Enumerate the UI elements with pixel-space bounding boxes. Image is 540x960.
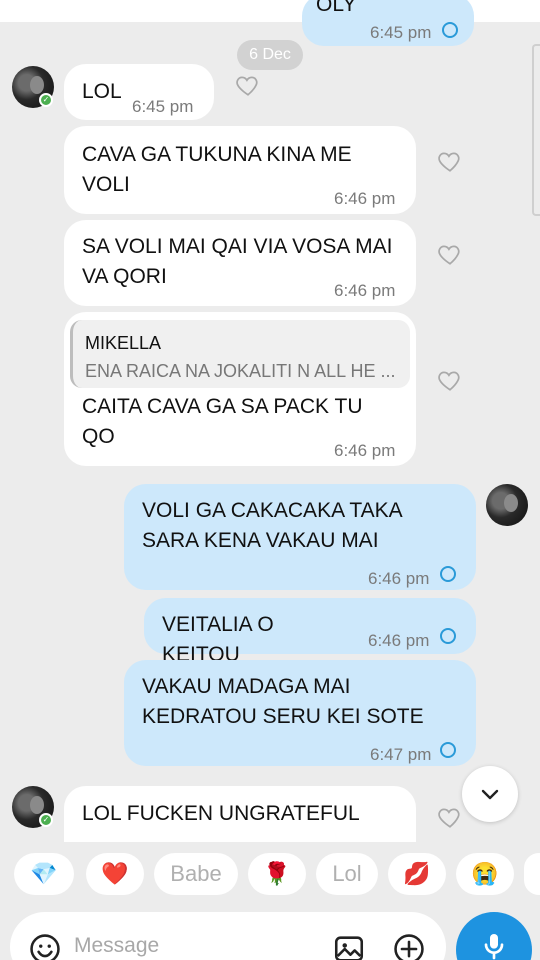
quick-reply-lol[interactable]: Lol <box>316 853 378 895</box>
message-bubble-incoming[interactable]: SA VOLI MAI QAI VIA VOSA MAI VA QORI 6:4… <box>64 220 416 306</box>
message-bubble-incoming-reply[interactable]: MIKELLA ENA RAICA NA JOKALITI N ALL HE .… <box>64 312 416 466</box>
heart-react-icon[interactable] <box>437 241 463 267</box>
quick-reply-kiss[interactable]: 💋 <box>388 853 446 895</box>
crying-face-emoji-icon: 😭 <box>471 861 499 886</box>
reply-snippet: ENA RAICA NA JOKALITI N ALL HE ... <box>85 361 396 381</box>
message-time: 6:46 pm <box>334 189 396 208</box>
reply-quote[interactable]: MIKELLA ENA RAICA NA JOKALITI N ALL HE .… <box>70 320 410 388</box>
emoji-picker-icon[interactable] <box>28 932 62 960</box>
message-text: OLY <box>316 0 357 16</box>
message-time: 6:46 pm <box>368 631 430 650</box>
date-separator: 6 Dec <box>237 40 303 70</box>
message-text: VAKAU MADAGA MAI KEDRATOU SERU KEI SOTE <box>142 675 424 728</box>
message-bubble-outgoing[interactable]: VOLI GA CAKACAKA TAKA SARA KENA VAKAU MA… <box>124 484 476 590</box>
rose-emoji-icon: 🌹 <box>263 861 291 886</box>
quick-reply-label: Lol <box>332 861 362 886</box>
message-time: 6:47 pm <box>334 834 395 842</box>
read-receipt-icon <box>440 566 456 582</box>
heart-react-icon[interactable] <box>437 148 463 174</box>
message-bubble-incoming[interactable]: LOL 6:45 pm <box>64 64 214 120</box>
microphone-icon <box>484 934 504 960</box>
message-time: 6:47 pm <box>370 745 432 764</box>
quick-reply-bar: 💎 ❤️ Babe 🌹 Lol 💋 😭 <box>0 844 540 904</box>
message-bubble-outgoing[interactable]: OLY 6:45 pm <box>302 0 474 46</box>
quick-reply-heart[interactable]: ❤️ <box>86 853 144 895</box>
kiss-mark-emoji-icon: 💋 <box>403 861 431 886</box>
quick-reply-babe[interactable]: Babe <box>154 853 238 895</box>
message-bubble-incoming[interactable]: LOL FUCKEN UNGRATEFUL 6:47 pm <box>64 786 416 842</box>
read-receipt-icon <box>440 628 456 644</box>
message-bubble-outgoing[interactable]: VAKAU MADAGA MAI KEDRATOU SERU KEI SOTE … <box>124 660 476 766</box>
heart-react-icon[interactable] <box>437 804 463 830</box>
message-time: 6:46 pm <box>334 281 396 300</box>
quick-reply-crying[interactable]: 😭 <box>456 853 514 895</box>
online-status-icon: ✓ <box>39 93 53 107</box>
heart-react-icon[interactable] <box>235 72 261 98</box>
reply-author: MIKELLA <box>85 333 162 353</box>
message-bubble-outgoing[interactable]: VEITALIA O KEITOU 6:46 pm <box>144 598 476 666</box>
read-receipt-icon <box>440 742 456 758</box>
message-text: LOL FUCKEN UNGRATEFUL <box>82 802 360 825</box>
quick-reply-more[interactable] <box>524 853 540 895</box>
add-attachment-icon[interactable] <box>392 932 426 960</box>
read-receipt-icon <box>442 22 458 38</box>
message-text: CAITA CAVA GA SA PACK TU QO <box>82 395 363 448</box>
quick-reply-rose[interactable]: 🌹 <box>248 853 306 895</box>
voice-record-button[interactable] <box>456 912 532 960</box>
scroll-to-bottom-button[interactable] <box>462 766 518 822</box>
message-composer <box>10 912 446 960</box>
message-text: CAVA GA TUKUNA KINA ME VOLI <box>82 143 352 196</box>
chevron-down-icon <box>481 789 499 800</box>
message-time: 6:45 pm <box>132 97 194 116</box>
red-heart-emoji-icon: ❤️ <box>101 861 129 886</box>
message-time: 6:46 pm <box>368 569 430 588</box>
online-status-icon: ✓ <box>39 813 53 827</box>
scroll-edge-indicator <box>532 44 540 216</box>
gallery-icon[interactable] <box>332 932 366 960</box>
message-bubble-incoming[interactable]: CAVA GA TUKUNA KINA ME VOLI 6:46 pm <box>64 126 416 214</box>
message-input[interactable] <box>74 934 304 958</box>
message-clip: LOL FUCKEN UNGRATEFUL 6:47 pm <box>64 786 416 842</box>
heart-react-icon[interactable] <box>437 367 463 393</box>
quick-reply-gem[interactable]: 💎 <box>14 853 74 895</box>
message-text: VOLI GA CAKACAKA TAKA SARA KENA VAKAU MA… <box>142 499 402 552</box>
gem-emoji-icon: 💎 <box>30 861 58 886</box>
quick-reply-label: Babe <box>170 861 222 886</box>
message-time: 6:45 pm <box>370 23 432 42</box>
message-time: 6:46 pm <box>334 441 396 460</box>
my-avatar[interactable] <box>486 484 528 526</box>
